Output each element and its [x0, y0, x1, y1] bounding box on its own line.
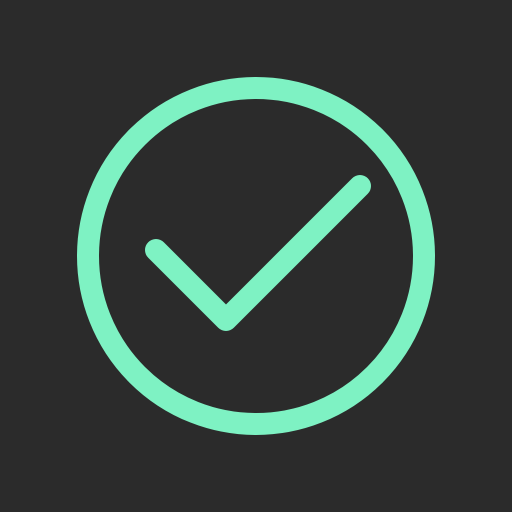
check-circle-app-icon	[0, 0, 512, 512]
check-circle-icon	[0, 0, 512, 512]
icon-background	[0, 0, 512, 512]
